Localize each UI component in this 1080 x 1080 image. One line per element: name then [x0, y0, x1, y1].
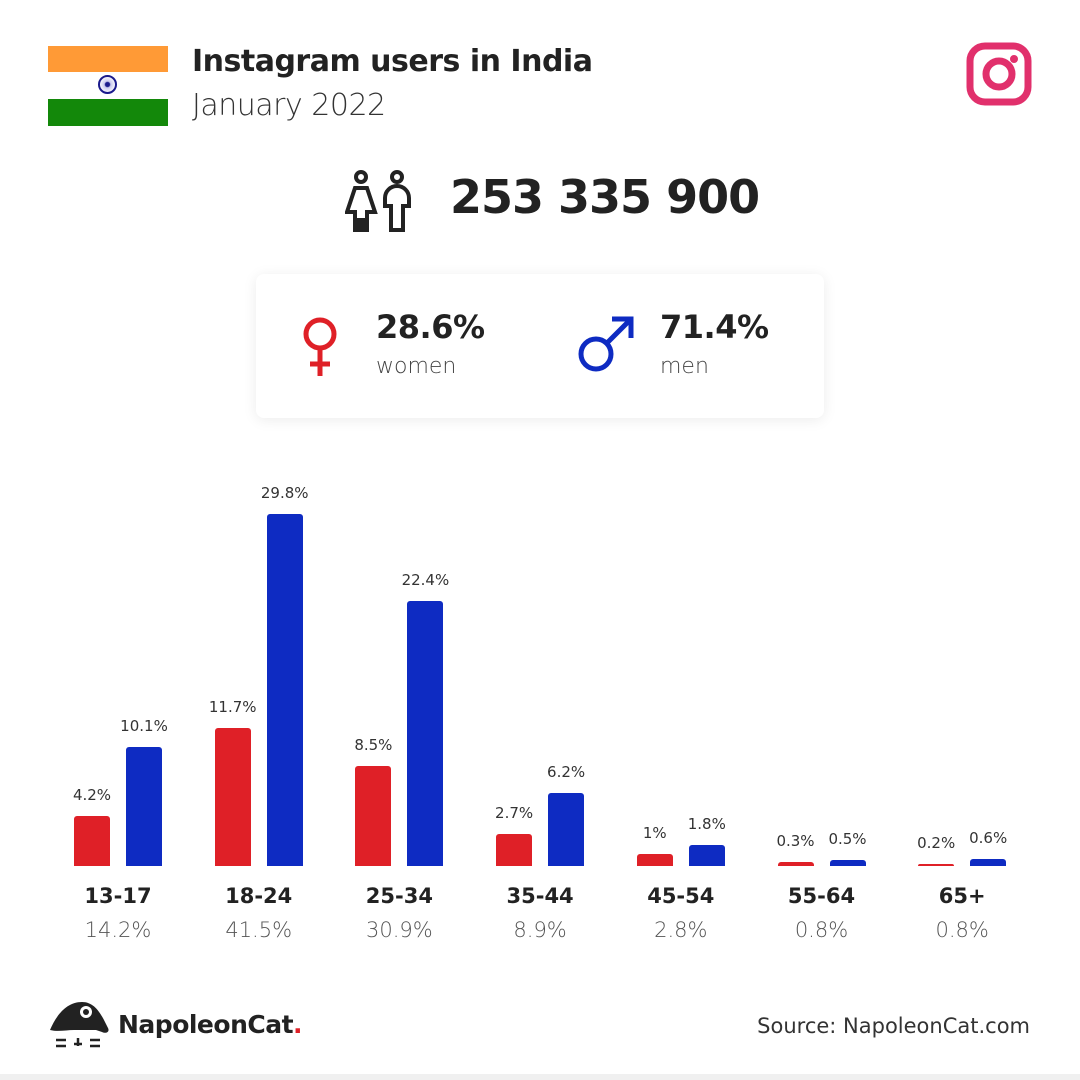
age-category-label: 35-44	[506, 884, 574, 908]
age-category-label: 45-54	[647, 884, 715, 908]
women-bar	[636, 854, 673, 866]
women-bar	[214, 727, 251, 866]
men-bar	[407, 601, 444, 866]
age-total-label: 0.8%	[935, 918, 989, 942]
age-category-label: 55-64	[787, 884, 856, 908]
women-bar	[496, 834, 533, 866]
men-value-label: 0.6%	[969, 828, 1008, 847]
brand-dot: .	[293, 1010, 303, 1039]
brand-text: NapoleonCat	[118, 1010, 294, 1039]
men-bar	[266, 514, 303, 866]
age-total-label: 30.9%	[366, 918, 433, 942]
women-value-label: 8.5%	[354, 735, 393, 754]
men-bar	[126, 746, 162, 866]
men-value-label: 29.8%	[260, 484, 309, 503]
age-total-label: 0.8%	[794, 918, 849, 942]
women-value-label: 2.7%	[495, 804, 534, 823]
women-bar	[777, 862, 814, 866]
age-total-label: 2.8%	[654, 918, 708, 942]
age-total-label: 41.5%	[225, 918, 293, 942]
women-value-label: 11.7%	[208, 697, 257, 716]
women-bar	[918, 863, 955, 866]
age-total-label: 8.9%	[513, 918, 567, 942]
men-bar	[970, 858, 1007, 866]
women-bar	[355, 765, 392, 866]
footer-band	[0, 1074, 1080, 1080]
men-value-label: 22.4%	[401, 571, 450, 590]
men-bar	[548, 792, 585, 866]
men-value-label: 10.1%	[120, 716, 168, 735]
men-value-label: 0.5%	[828, 830, 867, 849]
age-gender-bar-chart: 4.2% 10.1% 13-17 14.2% 11.7% 29.8% 18-24 41.5% 8…	[0, 0, 1080, 1080]
source-text: Source: NapoleonCat.com	[757, 1014, 1030, 1038]
women-value-label: 4.2%	[72, 786, 112, 805]
women-bar	[74, 816, 110, 866]
men-value-label: 1.8%	[687, 814, 726, 833]
napoleoncat-logo-icon	[50, 1002, 109, 1048]
age-total-label: 14.2%	[84, 918, 152, 942]
age-category-label: 25-34	[365, 884, 433, 908]
men-bar	[829, 860, 866, 866]
brand-name: NapoleonCat.	[118, 1010, 303, 1039]
men-bar	[688, 844, 725, 866]
age-category-label: 18-24	[225, 884, 293, 908]
age-category-label: 65+	[938, 884, 986, 908]
age-category-label: 13-17	[84, 884, 152, 908]
men-value-label: 6.2%	[547, 762, 586, 781]
